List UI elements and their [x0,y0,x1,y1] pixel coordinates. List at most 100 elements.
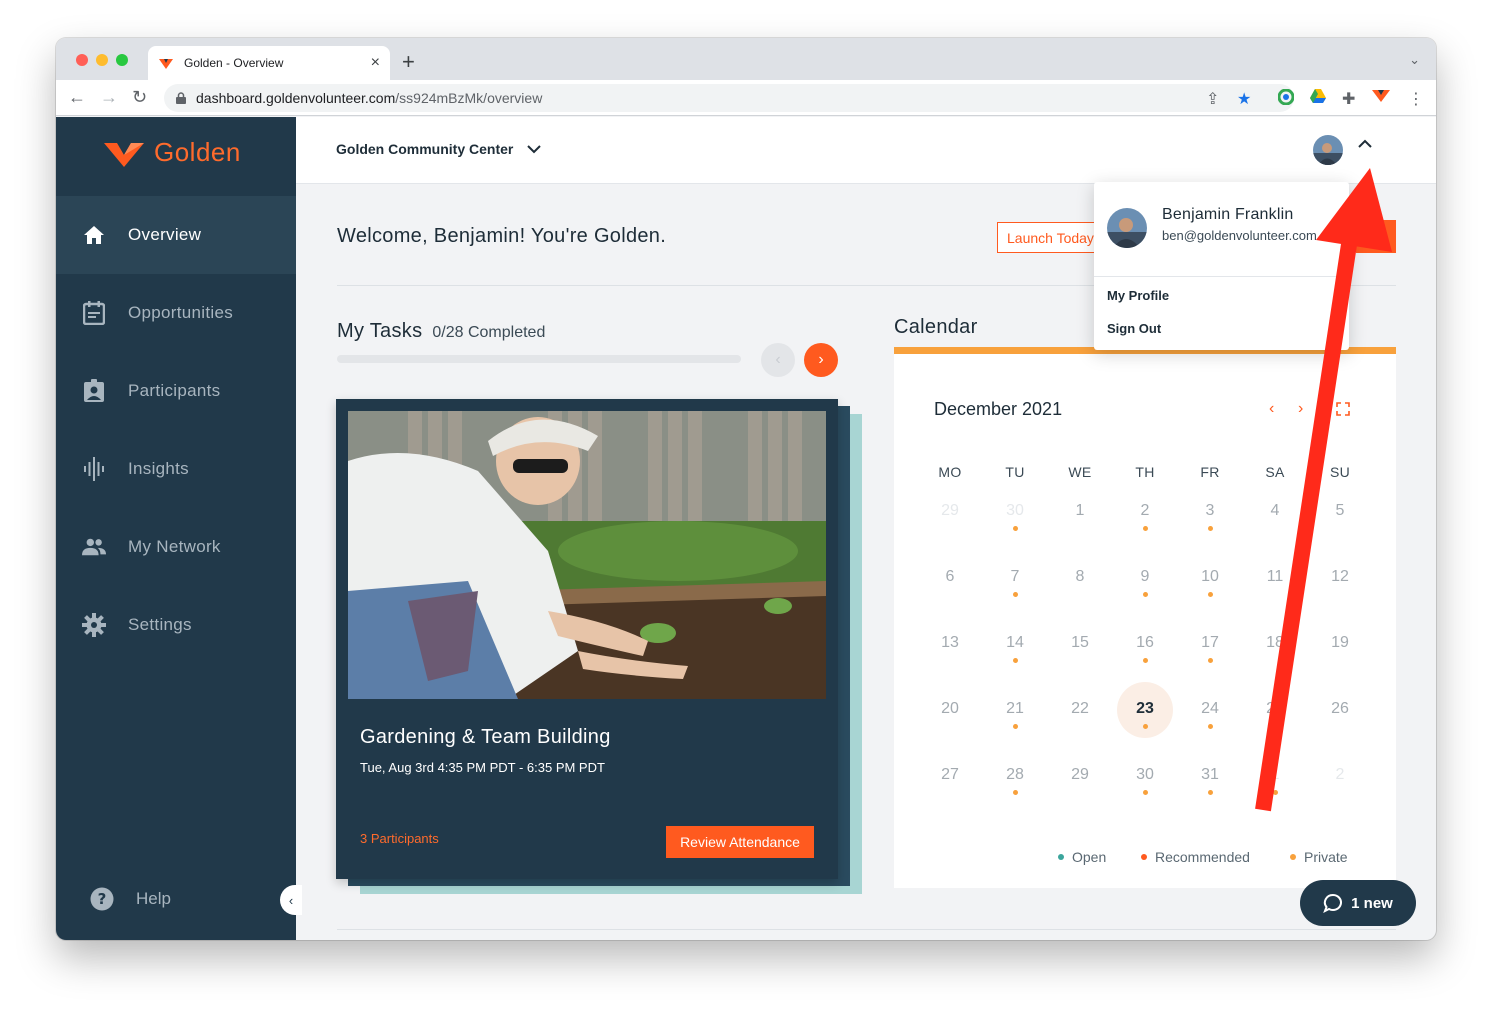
calendar-day[interactable]: 12 [1315,568,1365,624]
drive-icon[interactable] [1310,89,1326,108]
calendar-day[interactable]: 19 [1315,634,1365,690]
calendar-day[interactable]: 2 [1120,502,1170,558]
calendar-day[interactable]: 15 [1055,634,1105,690]
organization-selector[interactable]: Golden Community Center [336,141,542,157]
primary-action-button[interactable] [1356,220,1396,253]
address-bar: ← → ↻ dashboard.goldenvolunteer.com/ss92… [56,80,1436,116]
carousel-next-button[interactable]: › [804,343,838,377]
calendar-day[interactable]: 7 [990,568,1040,624]
svg-text:?: ? [98,890,107,908]
calendar-day[interactable]: 17 [1185,634,1235,690]
sidebar-item-settings[interactable]: Settings [56,586,296,664]
calendar-day[interactable]: 6 [925,568,975,624]
calendar-title: Calendar [894,316,978,338]
browser-tab[interactable]: Golden - Overview × [148,46,390,80]
calendar-day[interactable]: 1 [1055,502,1105,558]
sidebar-item-insights[interactable]: Insights [56,430,296,508]
forward-arrow-icon[interactable]: → [100,87,118,108]
calendar-day[interactable]: 31 [1185,766,1235,822]
tab-search-chevron-icon[interactable]: ⌄ [1409,52,1420,68]
fullscreen-icon[interactable] [1336,402,1350,416]
minimize-window-button[interactable] [96,54,108,66]
task-card[interactable]: Gardening & Team Building Tue, Aug 3rd 4… [336,399,838,879]
calendar-day[interactable]: 3 [1185,502,1235,558]
event-dot [1272,790,1278,795]
sidebar-item-opportunities[interactable]: Opportunities [56,274,296,352]
user-avatar[interactable] [1313,135,1343,165]
my-profile-menu-item[interactable]: My Profile [1107,288,1169,303]
calendar-day[interactable]: 9 [1120,568,1170,624]
chat-button[interactable]: 1 new [1300,880,1416,926]
legend-label: Open [1072,849,1107,865]
calendar-weekday: SU [1329,464,1351,480]
calendar-day-today[interactable]: 23 [1120,700,1170,756]
close-window-button[interactable] [76,54,88,66]
calendar-day[interactable]: 30 [1120,766,1170,822]
calendar-day[interactable]: 4 [1250,502,1300,558]
calendar-day[interactable]: 2 [1315,766,1365,822]
sidebar-item-my-network[interactable]: My Network [56,508,296,586]
calendar-day[interactable]: 30 [990,502,1040,558]
new-tab-button[interactable]: + [402,49,415,75]
calendar-weekday: TH [1135,464,1155,480]
chevron-up-icon[interactable] [1358,139,1372,148]
sidebar-item-overview[interactable]: Overview [56,196,296,274]
lock-icon [176,92,186,104]
calendar-day[interactable]: 1 [1250,766,1300,822]
url-field[interactable]: dashboard.goldenvolunteer.com/ss924mBzMk… [164,84,1294,112]
calendar-day-number: 5 [1335,502,1345,519]
calendar-day[interactable]: 25 [1250,700,1300,756]
calendar-day-number: 15 [1071,634,1089,651]
legend-label: Recommended [1155,849,1250,865]
calendar-day-number: 10 [1201,568,1219,585]
review-attendance-button[interactable]: Review Attendance [666,826,814,858]
calendar-day[interactable]: 10 [1185,568,1235,624]
calendar-day[interactable]: 22 [1055,700,1105,756]
maximize-window-button[interactable] [116,54,128,66]
calendar-day[interactable]: 21 [990,700,1040,756]
share-icon[interactable]: ⇪ [1206,89,1219,109]
calendar-day-number: 30 [1006,502,1024,519]
sidebar-item-participants[interactable]: Participants [56,352,296,430]
calendar-next-month-button[interactable]: › [1298,400,1303,418]
back-arrow-icon[interactable]: ← [68,87,86,108]
calendar-prev-month-button[interactable]: ‹ [1269,400,1274,418]
calendar-day[interactable]: 24 [1185,700,1235,756]
legend-private-dot [1290,854,1296,860]
url-host: dashboard.goldenvolunteer.com [196,90,396,106]
calendar-day-number: 31 [1201,766,1219,783]
calendar-day[interactable]: 8 [1055,568,1105,624]
help-link[interactable]: ? Help [90,887,171,911]
task-photo [348,411,826,699]
extensions-puzzle-icon[interactable]: ✚ [1342,89,1355,109]
calendar-day-number: 11 [1266,568,1284,585]
collapse-sidebar-button[interactable]: ‹ [280,885,302,915]
golden-extension-icon[interactable] [1372,89,1390,108]
calendar-day[interactable]: 26 [1315,700,1365,756]
calendar-day-number: 29 [941,502,959,519]
browser-menu-icon[interactable]: ⋮ [1408,89,1424,109]
calendar-day[interactable]: 29 [1055,766,1105,822]
tab-close-icon[interactable]: × [371,54,380,72]
calendar-day[interactable]: 14 [990,634,1040,690]
browser-window: Golden - Overview × + ⌄ ← → ↻ dashboard.… [56,38,1436,940]
task-participants-link[interactable]: 3 Participants [360,831,439,846]
tab-bar: Golden - Overview × + ⌄ [56,38,1436,80]
bookmark-star-icon[interactable]: ★ [1237,89,1251,109]
golden-logo[interactable]: Golden [104,137,241,168]
calendar-weekday: MO [938,464,962,480]
calendar-day[interactable]: 28 [990,766,1040,822]
sign-out-menu-item[interactable]: Sign Out [1107,321,1161,336]
calendar-day[interactable]: 11 [1250,568,1300,624]
gear-icon [82,613,106,637]
reload-icon[interactable]: ↻ [132,87,147,108]
carousel-prev-button[interactable]: ‹ [761,343,795,377]
calendar-day[interactable]: 20 [925,700,975,756]
calendar-day[interactable]: 18 [1250,634,1300,690]
calendar-day[interactable]: 13 [925,634,975,690]
calendar-day[interactable]: 5 [1315,502,1365,558]
calendar-day[interactable]: 29 [925,502,975,558]
calendar-day[interactable]: 27 [925,766,975,822]
extension-chrome-icon[interactable] [1277,88,1295,110]
sidebar: Golden Overview Opportunities Participan… [56,117,302,940]
